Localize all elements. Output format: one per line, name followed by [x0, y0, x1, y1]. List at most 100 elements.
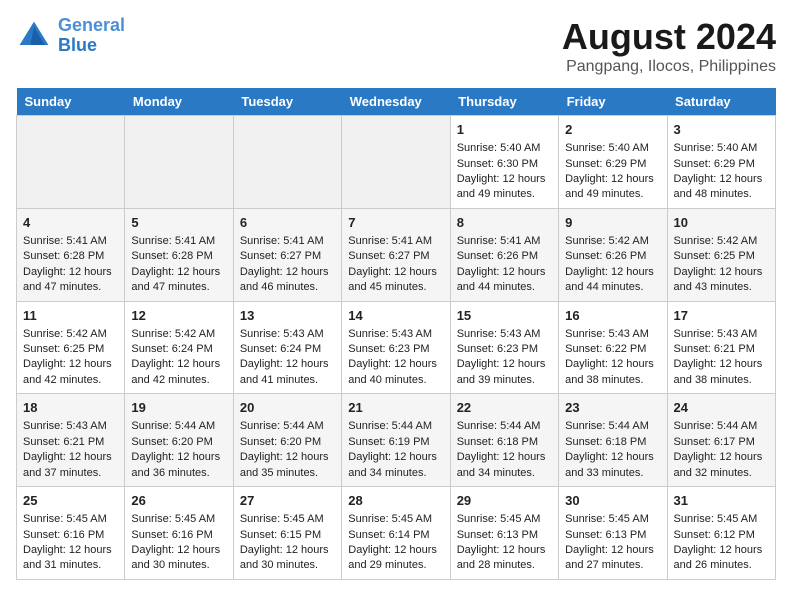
sunset-text: Sunset: 6:12 PM [674, 529, 755, 541]
calendar-cell [17, 116, 125, 209]
sunset-text: Sunset: 6:29 PM [565, 158, 646, 170]
day-number: 30 [565, 492, 660, 510]
sunrise-text: Sunrise: 5:45 AM [131, 513, 215, 525]
day-number: 24 [674, 399, 769, 417]
daylight-text: Daylight: 12 hours and 38 minutes. [674, 358, 763, 385]
daylight-text: Daylight: 12 hours and 48 minutes. [674, 173, 763, 200]
sunrise-text: Sunrise: 5:45 AM [565, 513, 649, 525]
sunset-text: Sunset: 6:27 PM [240, 250, 321, 262]
sunset-text: Sunset: 6:28 PM [131, 250, 212, 262]
day-number: 25 [23, 492, 118, 510]
calendar-cell: 4Sunrise: 5:41 AMSunset: 6:28 PMDaylight… [17, 208, 125, 301]
daylight-text: Daylight: 12 hours and 35 minutes. [240, 451, 329, 478]
day-number: 11 [23, 307, 118, 325]
sunrise-text: Sunrise: 5:43 AM [240, 328, 324, 340]
day-number: 20 [240, 399, 335, 417]
calendar-cell: 8Sunrise: 5:41 AMSunset: 6:26 PMDaylight… [450, 208, 558, 301]
day-number: 16 [565, 307, 660, 325]
day-number: 19 [131, 399, 226, 417]
calendar-cell: 12Sunrise: 5:42 AMSunset: 6:24 PMDayligh… [125, 301, 233, 394]
day-number: 14 [348, 307, 443, 325]
daylight-text: Daylight: 12 hours and 30 minutes. [131, 544, 220, 571]
sunrise-text: Sunrise: 5:42 AM [565, 235, 649, 247]
calendar-table: SundayMondayTuesdayWednesdayThursdayFrid… [16, 88, 776, 580]
calendar-cell: 17Sunrise: 5:43 AMSunset: 6:21 PMDayligh… [667, 301, 775, 394]
day-number: 23 [565, 399, 660, 417]
calendar-cell: 25 Sunrise: 5:45 AM Sunset: 6:16 PM Dayligh… [17, 487, 125, 580]
sunrise-text: Sunrise: 5:45 AM [23, 513, 107, 525]
sunset-text: Sunset: 6:23 PM [348, 343, 429, 355]
sunrise-text: Sunrise: 5:43 AM [23, 420, 107, 432]
day-number: 31 [674, 492, 769, 510]
day-number: 6 [240, 214, 335, 232]
daylight-text: Daylight: 12 hours and 32 minutes. [674, 451, 763, 478]
daylight-text: Daylight: 12 hours and 38 minutes. [565, 358, 654, 385]
day-number: 18 [23, 399, 118, 417]
sunset-text: Sunset: 6:27 PM [348, 250, 429, 262]
sunset-text: Sunset: 6:16 PM [131, 529, 212, 541]
daylight-text: Daylight: 12 hours and 42 minutes. [131, 358, 220, 385]
sunrise-text: Sunrise: 5:42 AM [23, 328, 107, 340]
sunrise-text: Sunrise: 5:45 AM [348, 513, 432, 525]
sunset-text: Sunset: 6:13 PM [565, 529, 646, 541]
sunrise-text: Sunrise: 5:44 AM [674, 420, 758, 432]
daylight-text: Daylight: 12 hours and 26 minutes. [674, 544, 763, 571]
calendar-cell: 24 Sunrise: 5:44 AM Sunset: 6:17 PM Dayligh… [667, 394, 775, 487]
logo-icon [16, 18, 52, 54]
sunrise-text: Sunrise: 5:43 AM [674, 328, 758, 340]
calendar-cell: 20Sunrise: 5:44 AMSunset: 6:20 PMDayligh… [233, 394, 341, 487]
calendar-week-2: 4 Sunrise: 5:41 AM Sunset: 6:28 PM Daylight… [17, 208, 776, 301]
sunrise-text: Sunrise: 5:40 AM [565, 142, 649, 154]
sunrise-text: Sunrise: 5:41 AM [240, 235, 324, 247]
calendar-cell: 14 Sunrise: 5:43 AM Sunset: 6:23 PM Dayligh… [342, 301, 450, 394]
sunset-text: Sunset: 6:22 PM [565, 343, 646, 355]
sunset-text: Sunset: 6:17 PM [674, 436, 755, 448]
sunset-text: Sunset: 6:25 PM [674, 250, 755, 262]
day-number: 21 [348, 399, 443, 417]
calendar-cell: 2Sunrise: 5:40 AMSunset: 6:29 PMDaylight… [559, 116, 667, 209]
sunset-text: Sunset: 6:20 PM [240, 436, 321, 448]
sunrise-text: Sunrise: 5:43 AM [457, 328, 541, 340]
calendar-cell: 11Sunrise: 5:42 AMSunset: 6:25 PMDayligh… [17, 301, 125, 394]
sunrise-text: Sunrise: 5:41 AM [457, 235, 541, 247]
sunrise-text: Sunrise: 5:43 AM [348, 328, 432, 340]
calendar-cell: 21Sunrise: 5:44 AMSunset: 6:19 PMDayligh… [342, 394, 450, 487]
day-number: 27 [240, 492, 335, 510]
sunrise-text: Sunrise: 5:41 AM [23, 235, 107, 247]
day-number: 7 [348, 214, 443, 232]
calendar-cell: 31Sunrise: 5:45 AMSunset: 6:12 PMDayligh… [667, 487, 775, 580]
header-sunday: Sunday [17, 88, 125, 116]
sunset-text: Sunset: 6:16 PM [23, 529, 104, 541]
sunset-text: Sunset: 6:18 PM [457, 436, 538, 448]
header-saturday: Saturday [667, 88, 775, 116]
daylight-text: Daylight: 12 hours and 34 minutes. [457, 451, 546, 478]
calendar-cell: 5Sunrise: 5:41 AMSunset: 6:28 PMDaylight… [125, 208, 233, 301]
sunset-text: Sunset: 6:21 PM [674, 343, 755, 355]
calendar-week-5: 25 Sunrise: 5:45 AM Sunset: 6:16 PM Dayligh… [17, 487, 776, 580]
daylight-text: Daylight: 12 hours and 27 minutes. [565, 544, 654, 571]
header-friday: Friday [559, 88, 667, 116]
header-thursday: Thursday [450, 88, 558, 116]
sunset-text: Sunset: 6:25 PM [23, 343, 104, 355]
sunset-text: Sunset: 6:26 PM [565, 250, 646, 262]
day-number: 3 [674, 121, 769, 139]
daylight-text: Daylight: 12 hours and 31 minutes. [23, 544, 112, 571]
daylight-text: Daylight: 12 hours and 37 minutes. [23, 451, 112, 478]
calendar-cell [233, 116, 341, 209]
daylight-text: Daylight: 12 hours and 36 minutes. [131, 451, 220, 478]
daylight-text: Daylight: 12 hours and 40 minutes. [348, 358, 437, 385]
calendar-cell: 3Sunrise: 5:40 AMSunset: 6:29 PMDaylight… [667, 116, 775, 209]
calendar-week-3: 11 Sunrise: 5:42 AM Sunset: 6:25 PM Dayligh… [17, 301, 776, 394]
day-number: 12 [131, 307, 226, 325]
sunrise-text: Sunrise: 5:44 AM [565, 420, 649, 432]
sunset-text: Sunset: 6:19 PM [348, 436, 429, 448]
sunset-text: Sunset: 6:23 PM [457, 343, 538, 355]
sunrise-text: Sunrise: 5:43 AM [565, 328, 649, 340]
day-number: 4 [23, 214, 118, 232]
day-number: 29 [457, 492, 552, 510]
sunset-text: Sunset: 6:18 PM [565, 436, 646, 448]
daylight-text: Daylight: 12 hours and 47 minutes. [131, 266, 220, 293]
calendar-cell: 9Sunrise: 5:42 AMSunset: 6:26 PMDaylight… [559, 208, 667, 301]
sunrise-text: Sunrise: 5:44 AM [131, 420, 215, 432]
logo-line2: Blue [58, 35, 97, 55]
